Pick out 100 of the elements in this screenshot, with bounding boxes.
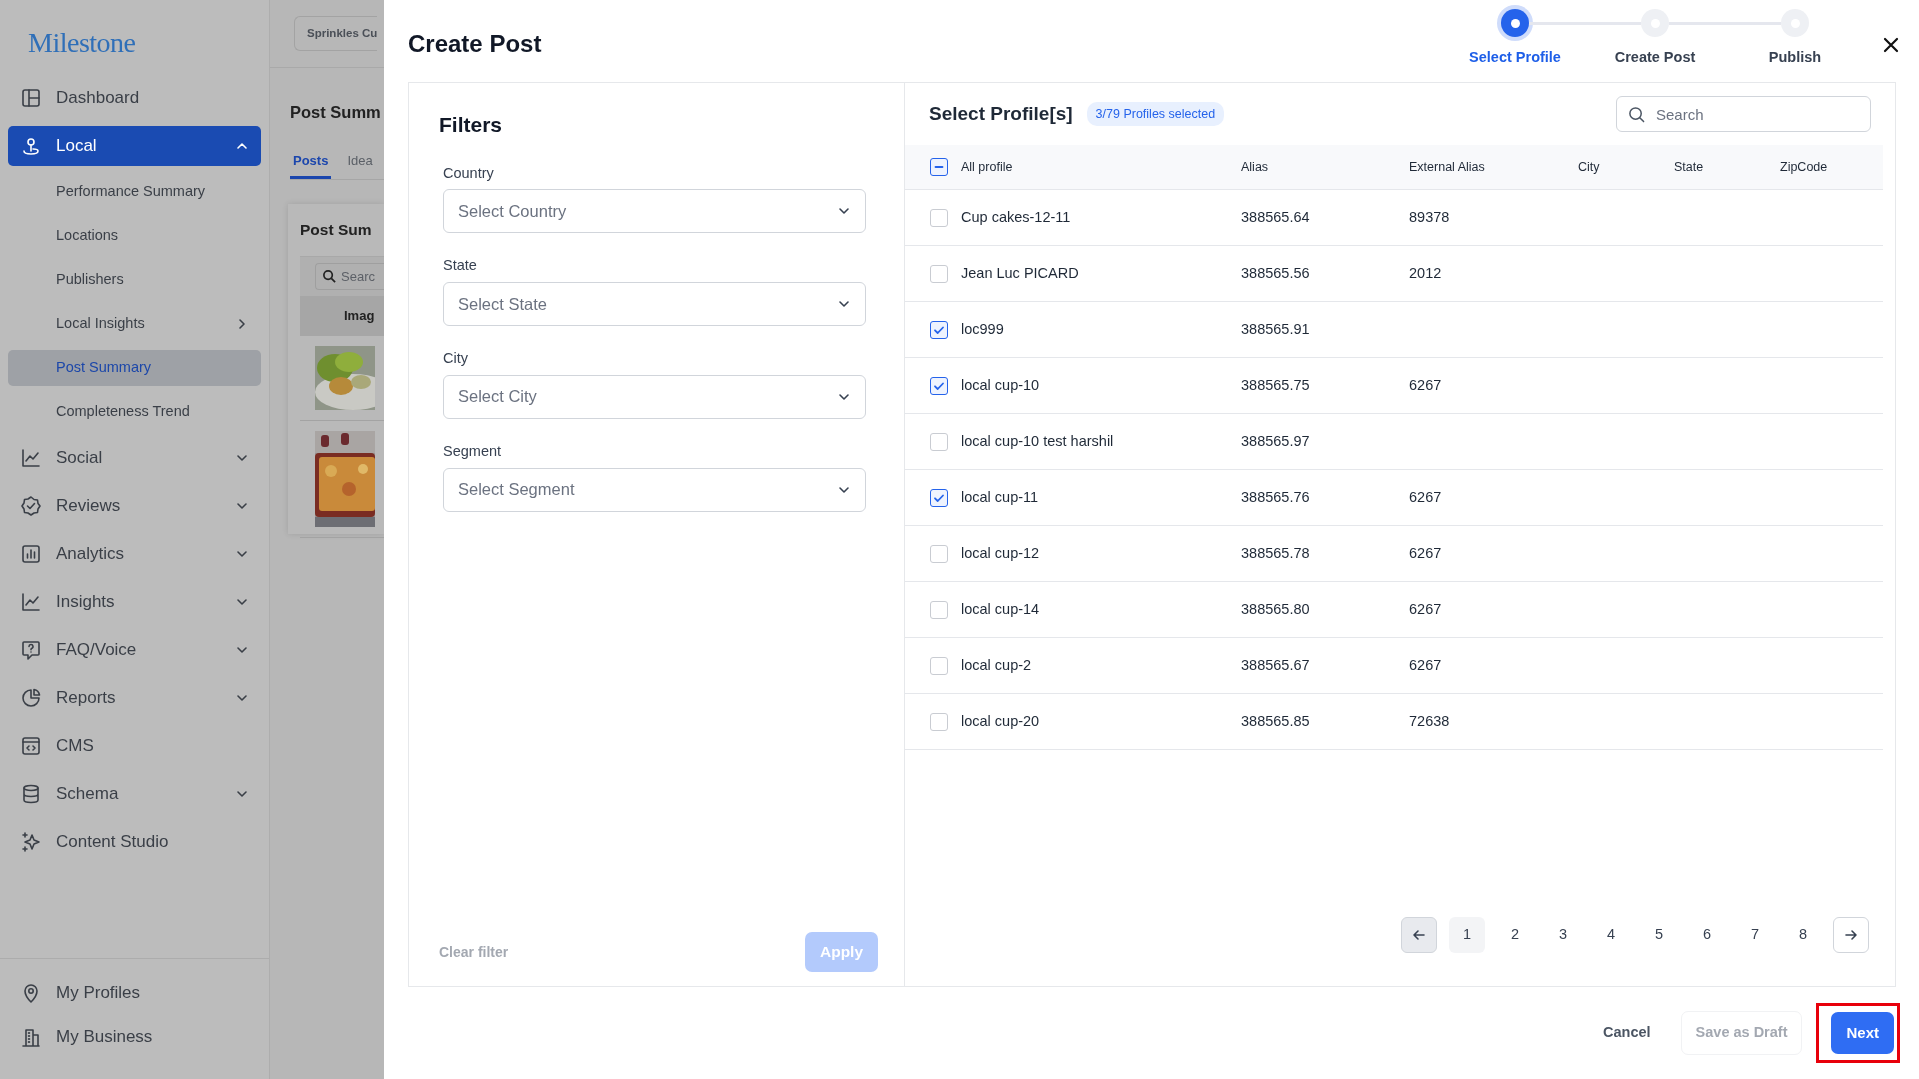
nav-item[interactable]: My Business bbox=[8, 1017, 261, 1057]
arrow-left-icon bbox=[1411, 927, 1427, 943]
page-title: Post Summ bbox=[290, 102, 381, 123]
nav-item[interactable]: Reviews bbox=[8, 486, 261, 526]
search-icon bbox=[322, 268, 337, 284]
code-window-icon bbox=[20, 735, 42, 757]
table-cell: local cup-10 bbox=[961, 376, 1040, 393]
column-header: Imag bbox=[300, 296, 384, 336]
table-cell: 388565.80 bbox=[1241, 600, 1310, 617]
pie-chart-icon bbox=[20, 687, 42, 709]
arrow-right-icon bbox=[1843, 927, 1859, 943]
table-cell: loc999 bbox=[961, 320, 1004, 337]
nav-item[interactable]: My Profiles bbox=[8, 973, 261, 1013]
step-label: Select Profile bbox=[1468, 48, 1562, 67]
panel-title: Filters bbox=[439, 112, 504, 138]
table-cell: 6267 bbox=[1409, 544, 1442, 561]
nav-item[interactable]: Reports bbox=[8, 678, 261, 718]
checkbox[interactable] bbox=[930, 320, 948, 339]
page-button[interactable]: 2 bbox=[1497, 917, 1533, 953]
building-icon bbox=[20, 1026, 42, 1048]
table-cell: local cup-2 bbox=[961, 656, 1032, 673]
nav-subitem[interactable]: Post Summary bbox=[8, 350, 261, 386]
column-header: ZipCode bbox=[1780, 159, 1828, 174]
page-button[interactable]: 3 bbox=[1545, 917, 1581, 953]
table-cell: 388565.78 bbox=[1241, 544, 1310, 561]
nav-subitem[interactable]: Local Insights bbox=[8, 306, 261, 342]
panel-title: Select Profile[s] bbox=[929, 101, 1073, 126]
pin-icon bbox=[20, 135, 42, 157]
line-chart-icon bbox=[20, 591, 42, 613]
nav-item[interactable]: Local bbox=[8, 126, 261, 166]
nav-item[interactable]: Dashboard bbox=[8, 78, 261, 118]
table-cell: local cup-14 bbox=[961, 600, 1040, 617]
table-cell: local cup-10 test harshil bbox=[961, 432, 1114, 449]
nav-item[interactable]: FAQ/Voice bbox=[8, 630, 261, 670]
nav-subitem[interactable]: Completeness Trend bbox=[8, 394, 261, 430]
tab[interactable]: Posts bbox=[290, 147, 332, 179]
page-button[interactable]: 5 bbox=[1641, 917, 1677, 953]
table-cell: 6267 bbox=[1409, 600, 1442, 617]
nav-subitem[interactable]: Locations bbox=[8, 218, 261, 254]
page-button[interactable]: 6 bbox=[1689, 917, 1725, 953]
tab[interactable]: Idea bbox=[347, 147, 373, 179]
table-cell: 388565.97 bbox=[1241, 432, 1310, 449]
checkbox[interactable] bbox=[930, 158, 948, 176]
column-header: External Alias bbox=[1409, 159, 1485, 174]
column-header: State bbox=[1674, 159, 1704, 174]
table-cell: 6267 bbox=[1409, 488, 1442, 505]
table-cell: 388565.67 bbox=[1241, 656, 1310, 673]
nav-item[interactable]: CMS bbox=[8, 726, 261, 766]
field-label: Country bbox=[443, 163, 495, 183]
table-cell: 388565.56 bbox=[1241, 264, 1310, 281]
nav-subitem[interactable]: Performance Summary bbox=[8, 174, 261, 210]
page-button[interactable]: 8 bbox=[1785, 917, 1821, 953]
next-page-button[interactable] bbox=[1833, 917, 1869, 953]
page-button[interactable]: 7 bbox=[1737, 917, 1773, 953]
nav-item[interactable]: Social bbox=[8, 438, 261, 478]
table-cell: 6267 bbox=[1409, 656, 1442, 673]
table-cell: 388565.64 bbox=[1241, 208, 1310, 225]
table-cell: 388565.91 bbox=[1241, 320, 1310, 337]
nav-item[interactable]: Schema bbox=[8, 774, 261, 814]
column-header: Alias bbox=[1241, 159, 1269, 174]
table-cell: 388565.76 bbox=[1241, 488, 1310, 505]
column-header: All profile bbox=[961, 159, 1013, 174]
select-field[interactable]: Select City bbox=[443, 374, 866, 419]
table-cell: Cup cakes-12-11 bbox=[961, 208, 1071, 225]
select-field[interactable]: Select Segment bbox=[443, 467, 866, 512]
column-header: City bbox=[1578, 159, 1600, 174]
account-button[interactable]: Sprinkles Cu bbox=[294, 16, 378, 52]
page-button[interactable]: 1 bbox=[1449, 917, 1485, 953]
nav-subitem[interactable]: Publishers bbox=[8, 262, 261, 298]
table-cell: local cup-20 bbox=[961, 712, 1040, 729]
cancel-button[interactable]: Cancel bbox=[1593, 1014, 1661, 1052]
dialog-title: Create Post bbox=[408, 29, 542, 59]
card-title: Post Sum bbox=[300, 219, 372, 240]
sparkle-icon bbox=[20, 831, 42, 853]
database-icon bbox=[20, 783, 42, 805]
dashboard-icon bbox=[20, 87, 42, 109]
field-label: City bbox=[443, 349, 469, 368]
table-cell: local cup-11 bbox=[961, 488, 1039, 505]
checkbox[interactable] bbox=[930, 488, 948, 507]
page-button[interactable]: 4 bbox=[1593, 917, 1629, 953]
question-bubble-icon bbox=[20, 639, 42, 661]
next-button[interactable]: Next bbox=[1831, 1011, 1894, 1055]
line-chart-icon bbox=[20, 447, 42, 469]
table-cell: 72638 bbox=[1409, 712, 1450, 729]
select-field[interactable]: Select State bbox=[443, 282, 866, 326]
table-cell: 89378 bbox=[1409, 208, 1450, 225]
count-badge: 3/79 Profiles selected bbox=[1086, 101, 1225, 127]
table-cell: 2012 bbox=[1409, 264, 1442, 281]
step-label: Create Post bbox=[1613, 48, 1697, 67]
nav-item[interactable]: Analytics bbox=[8, 534, 261, 574]
badge-check-icon bbox=[20, 495, 42, 517]
nav-item[interactable]: Insights bbox=[8, 582, 261, 622]
table-cell: 388565.85 bbox=[1241, 712, 1310, 729]
bar-chart-icon bbox=[20, 543, 42, 565]
search-field[interactable]: Search bbox=[1616, 96, 1871, 132]
field-label: State bbox=[443, 256, 478, 276]
checkbox[interactable] bbox=[930, 376, 948, 395]
nav-item[interactable]: Content Studio bbox=[8, 822, 261, 862]
select-field[interactable]: Select Country bbox=[443, 189, 866, 234]
table-cell: 388565.75 bbox=[1241, 376, 1310, 393]
